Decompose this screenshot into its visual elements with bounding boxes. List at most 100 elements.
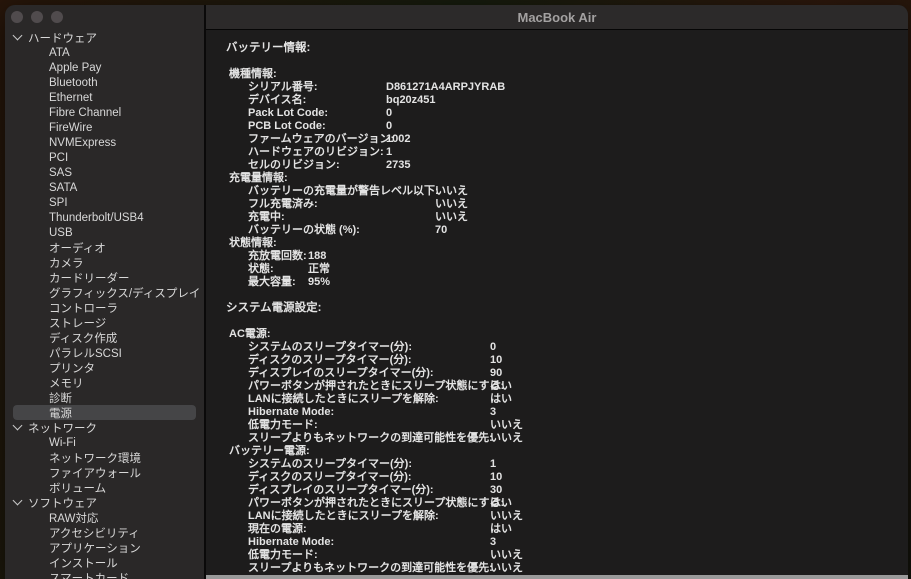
report-row-value: はい	[490, 497, 512, 510]
report-row-value: 0	[490, 341, 496, 354]
sidebar-item[interactable]: ATA	[5, 45, 204, 60]
report-row-value: 1	[386, 146, 392, 159]
report-row-label: パワーボタンが押されたときにスリープ状態にする:	[248, 497, 504, 509]
sidebar-item-label: プリンタ	[49, 360, 95, 376]
sidebar-item[interactable]: 診断	[5, 390, 204, 405]
sidebar-item[interactable]: ディスク作成	[5, 330, 204, 345]
report-row-value: はい	[490, 393, 512, 406]
sidebar-item-label: RAW対応	[49, 510, 98, 526]
chevron-down-icon[interactable]	[13, 421, 23, 431]
sidebar-item[interactable]: Fibre Channel	[5, 105, 204, 120]
sidebar-item[interactable]: スマートカード	[5, 570, 204, 579]
sidebar-item[interactable]: ボリューム	[5, 480, 204, 495]
sidebar-item[interactable]: Apple Pay	[5, 60, 204, 75]
report-row-label: 状態:	[248, 263, 274, 275]
sidebar-item-label: SAS	[49, 167, 72, 179]
sidebar-item[interactable]: パラレルSCSI	[5, 345, 204, 360]
chevron-down-icon[interactable]	[13, 496, 23, 506]
sidebar-item[interactable]: USB	[5, 225, 204, 240]
sidebar-item-highlight	[13, 120, 196, 135]
sidebar-item[interactable]: Ethernet	[5, 90, 204, 105]
report-row-value: bq20z451	[386, 94, 436, 107]
sidebar-item-highlight	[13, 150, 196, 165]
sidebar-item[interactable]: PCI	[5, 150, 204, 165]
sidebar-item[interactable]: 電源	[5, 405, 204, 420]
report-row-label: Pack Lot Code:	[248, 107, 328, 119]
sidebar-item[interactable]: インストール	[5, 555, 204, 570]
sidebar-item[interactable]: グラフィックス/ディスプレイ	[5, 285, 204, 300]
report-row-label: セルのリビジョン:	[248, 159, 340, 171]
report-row-value: 70	[435, 224, 447, 237]
sidebar-item-highlight	[13, 375, 196, 390]
sidebar-item-label: PCI	[49, 152, 68, 164]
report-row-label: 低電力モード:	[248, 549, 318, 561]
sidebar-item-highlight	[13, 180, 196, 195]
sidebar-item[interactable]: カードリーダー	[5, 270, 204, 285]
report-row: 現在の電源:はい	[206, 523, 908, 536]
report-row-label: 低電力モード:	[248, 419, 318, 431]
report-row: ディスクのスリープタイマー(分):10	[206, 354, 908, 367]
sidebar-item[interactable]: NVMExpress	[5, 135, 204, 150]
sidebar-item-label: Thunderbolt/USB4	[49, 212, 144, 224]
system-information-window: ハードウェアATAApple PayBluetoothEthernetFibre…	[5, 5, 908, 579]
sidebar-item-highlight	[13, 45, 196, 60]
sidebar-item[interactable]: アプリケーション	[5, 540, 204, 555]
report-row: Hibernate Mode: 3	[206, 406, 908, 419]
report-row-value: いいえ	[435, 211, 468, 224]
sidebar-item[interactable]: SATA	[5, 180, 204, 195]
sidebar-section-header[interactable]: ソフトウェア	[5, 495, 204, 510]
sidebar-item[interactable]: ストレージ	[5, 315, 204, 330]
sidebar-item-highlight	[13, 390, 196, 405]
report-row-value: いいえ	[490, 510, 523, 523]
sidebar-item-label: スマートカード	[49, 570, 129, 579]
report-row-value: 30	[490, 484, 502, 497]
sidebar-item[interactable]: SAS	[5, 165, 204, 180]
sidebar-item[interactable]: アクセシビリティ	[5, 525, 204, 540]
titlebar[interactable]: MacBook Air	[206, 5, 908, 30]
sidebar-item[interactable]: プリンタ	[5, 360, 204, 375]
report-row-value: いいえ	[435, 198, 468, 211]
sidebar-item[interactable]: Thunderbolt/USB4	[5, 210, 204, 225]
report-row-value: 3	[490, 406, 496, 419]
zoom-button-icon[interactable]	[51, 11, 63, 23]
report-header-text: バッテリー情報:	[226, 42, 310, 54]
sidebar-item[interactable]: Wi-Fi	[5, 435, 204, 450]
sidebar-item[interactable]: カメラ	[5, 255, 204, 270]
sidebar-item[interactable]: コントローラ	[5, 300, 204, 315]
report-row: 充電中:いいえ	[206, 211, 908, 224]
report-row: 低電力モード:いいえ	[206, 419, 908, 432]
report-row: バッテリーの充電量が警告レベル以下:いいえ	[206, 185, 908, 198]
sidebar-item[interactable]: ネットワーク環境	[5, 450, 204, 465]
close-button-icon[interactable]	[11, 11, 23, 23]
report-row-value: 2735	[386, 159, 410, 172]
sidebar-item-highlight	[13, 510, 196, 525]
report-row-label: パワーボタンが押されたときにスリープ状態にする:	[248, 380, 504, 392]
sidebar-item[interactable]: メモリ	[5, 375, 204, 390]
sidebar-item[interactable]: SPI	[5, 195, 204, 210]
sidebar-section-header[interactable]: ネットワーク	[5, 420, 204, 435]
sidebar-item[interactable]: FireWire	[5, 120, 204, 135]
sidebar-item[interactable]: オーディオ	[5, 240, 204, 255]
report-row-label: Hibernate Mode:	[248, 406, 334, 418]
sidebar-item[interactable]: ファイアウォール	[5, 465, 204, 480]
report-row: 低電力モード:いいえ	[206, 549, 908, 562]
minimize-button-icon[interactable]	[31, 11, 43, 23]
sidebar-item-label: カードリーダー	[49, 270, 130, 286]
report-row: 最大容量:95%	[206, 276, 908, 289]
report-row-label: デバイス名:	[248, 94, 306, 106]
sidebar-item[interactable]: Bluetooth	[5, 75, 204, 90]
sidebar-item-label: Wi-Fi	[49, 437, 76, 449]
sidebar-section-header[interactable]: ハードウェア	[5, 30, 204, 45]
main-pane: MacBook Air バッテリー情報:機種情報:シリアル番号:D861271A…	[206, 5, 908, 579]
sidebar-item-label: ボリューム	[49, 480, 106, 496]
sidebar-item-label: SPI	[49, 197, 68, 209]
sidebar-item-label: アプリケーション	[49, 540, 141, 556]
report-section-header: バッテリー電源:	[206, 445, 908, 458]
chevron-down-icon[interactable]	[13, 31, 23, 41]
report-row-value: 3	[490, 536, 496, 549]
report-row-value: 10	[490, 354, 502, 367]
sidebar-item[interactable]: RAW対応	[5, 510, 204, 525]
report-row-value: いいえ	[435, 185, 468, 198]
window-bottom-edge	[206, 575, 908, 579]
sidebar-item-label: SATA	[49, 182, 77, 194]
